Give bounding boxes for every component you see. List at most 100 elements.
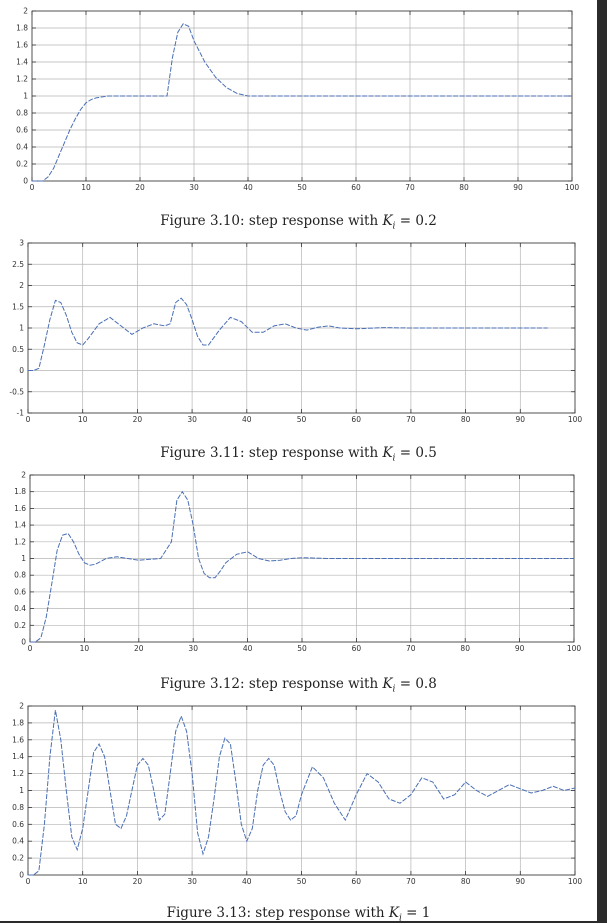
x-tick-label: 80 [460,644,470,653]
caption-3-10: Figure 3.10: step response with Ki = 0.2 [0,213,597,232]
y-tick-label: 0 [19,871,24,880]
y-tick-label: 0.8 [16,109,28,118]
chart-3-11: 0 10 20 30 40 50 60 70 80 90 100 -1 -0.5 0 0.5 1 1.5 2 2.5… [9,239,583,425]
chart-3-12: 0 10 20 30 40 50 60 70 80 90 100 0 0.2 0.4 0.6 0.8 1 1.2 1… [14,471,581,654]
y-tick-label: 0.2 [16,160,28,169]
y-tick-label: 0.4 [14,604,26,613]
y-tick-label: 1.8 [16,24,28,33]
y-tick-label: -1 [17,409,25,418]
caption-3-12: Figure 3.12: step response with Ki = 0.8 [0,676,597,695]
y-tick-label: 0.6 [12,820,24,829]
y-tick-label: 1.8 [12,718,24,727]
x-tick-label: 90 [515,644,525,653]
y-tick-label: 1.2 [16,75,28,84]
y-tick-label: 1 [19,324,24,333]
x-tick-label: 60 [351,877,361,886]
y-tick-label: 0.2 [14,621,26,630]
y-tick-label: 1.4 [12,752,24,761]
caption-prefix: Figure 3.11: step response with [160,445,383,461]
y-tick-label: 0.2 [12,854,24,863]
y-tick-label: 1 [23,92,28,101]
y-tick-label: 0.8 [12,803,24,812]
x-tick-label: 100 [565,183,580,192]
y-tick-label: 0.6 [14,587,26,596]
x-tick-label: 0 [26,877,31,886]
x-tick-label: 90 [516,877,526,886]
y-tick-label: 0.6 [16,126,28,135]
caption-var: K [382,676,393,692]
x-tick-label: 80 [461,877,471,886]
y-tick-label: 1.6 [14,504,26,513]
y-tick-label: 2 [21,471,26,480]
x-tick-label: 80 [459,183,469,192]
caption-value: = 0.5 [395,445,437,461]
series-line [28,297,548,371]
x-tick-label: 20 [135,183,145,192]
x-tick-label: 0 [26,415,31,424]
y-tick-label: 0.4 [16,143,28,152]
y-tick-label: 0.5 [12,345,24,354]
x-tick-label: 20 [133,415,143,424]
x-tick-label: 70 [406,644,416,653]
x-tick-label: 60 [351,183,361,192]
caption-3-13: Figure 3.13: step response with Ki = 1 [0,905,597,924]
x-tick-label: 0 [30,183,35,192]
y-tick-label: 0 [23,177,28,186]
x-tick-label: 50 [297,877,307,886]
caption-prefix: Figure 3.10: step response with [160,213,383,229]
caption-var: K [382,445,393,461]
x-tick-label: 60 [352,644,362,653]
y-tick-label: 1.4 [16,58,28,67]
y-tick-label: 1 [21,554,26,563]
caption-value: = 0.2 [395,213,437,229]
y-tick-label: 1.8 [14,487,26,496]
x-tick-label: 100 [568,877,583,886]
y-tick-label: 0.8 [14,571,26,580]
y-tick-label: 1 [19,786,24,795]
x-tick-label: 10 [78,877,88,886]
x-tick-label: 80 [461,415,471,424]
x-tick-label: 40 [243,644,253,653]
x-tick-label: 50 [297,644,307,653]
x-tick-label: 30 [187,877,197,886]
x-tick-label: 50 [297,183,307,192]
x-tick-label: 60 [351,415,361,424]
x-tick-label: 70 [405,183,415,192]
caption-var: K [382,213,393,229]
x-tick-label: 90 [513,183,523,192]
caption-var: K [388,905,399,921]
caption-prefix: Figure 3.12: step response with [160,676,383,692]
y-tick-label: 1.2 [14,537,26,546]
x-tick-label: 30 [187,415,197,424]
x-tick-label: 90 [516,415,526,424]
x-tick-label: 10 [78,415,88,424]
x-tick-label: 20 [134,644,144,653]
page-edge [597,0,607,923]
chart-3-13: 0 10 20 30 40 50 60 70 80 90 100 0 0.2 0.4 0.6 0.8 1 1.2 1… [12,702,583,887]
caption-3-11: Figure 3.11: step response with Ki = 0.5 [0,445,597,464]
x-tick-label: 70 [406,877,416,886]
y-tick-label: 1.4 [14,521,26,530]
x-tick-label: 10 [81,183,91,192]
y-tick-label: 1.5 [12,302,24,311]
chart-3-10: 0 10 20 30 40 50 60 70 80 90 100 0 0.2 0.4 0.6 0.8 1 1.2 1… [16,7,580,193]
y-tick-label: 3 [19,239,24,248]
caption-value: = 0.8 [395,676,437,692]
x-tick-label: 30 [189,183,199,192]
y-tick-label: -0.5 [9,387,24,396]
y-tick-label: 0 [21,638,26,647]
caption-value: = 1 [401,905,431,921]
y-tick-label: 1.2 [12,769,24,778]
x-tick-label: 50 [297,415,307,424]
caption-prefix: Figure 3.13: step response with [166,905,389,921]
x-tick-label: 40 [242,415,252,424]
y-tick-label: 0 [19,366,24,375]
y-tick-label: 2 [19,281,24,290]
y-tick-label: 2 [19,702,24,711]
x-tick-label: 40 [243,183,253,192]
x-tick-label: 40 [242,877,252,886]
y-tick-label: 1.6 [12,735,24,744]
x-tick-label: 30 [188,644,198,653]
y-tick-label: 2.5 [12,260,24,269]
x-tick-label: 100 [568,415,583,424]
